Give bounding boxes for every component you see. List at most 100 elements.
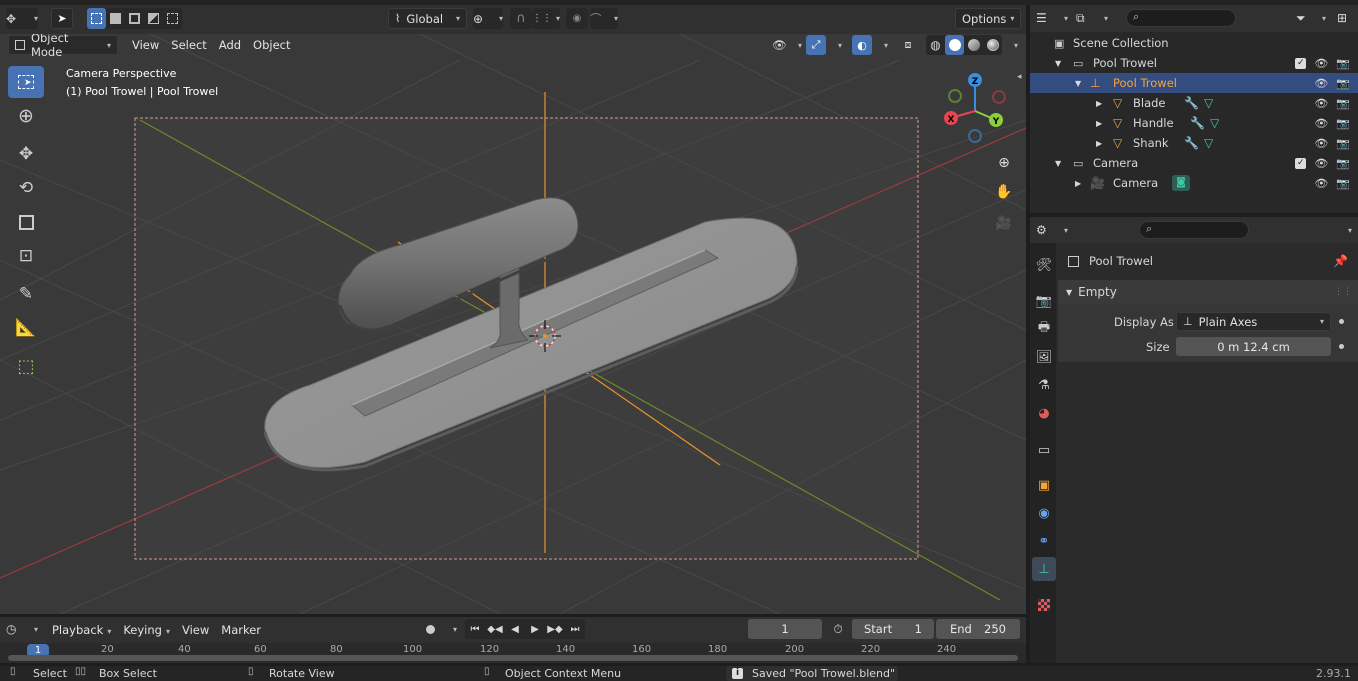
marker-menu[interactable]: Marker xyxy=(215,623,267,637)
physics-tab[interactable]: ◉ xyxy=(1032,501,1056,525)
move-tool[interactable]: ✥ xyxy=(8,138,44,170)
outliner-row-blade[interactable]: ▶ ▽ Blade 🔧 ▽ 👁 📷 xyxy=(1030,93,1358,113)
tool-settings-tab[interactable]: 🛠 xyxy=(1032,253,1056,277)
checkbox-icon[interactable]: ✓ xyxy=(1295,57,1307,69)
select-subtract-icon[interactable] xyxy=(125,8,144,29)
eye-icon[interactable]: 👁 xyxy=(1314,137,1328,150)
outliner-row-handle[interactable]: ▶ ▽ Handle 🔧 ▽ 👁 📷 xyxy=(1030,113,1358,133)
size-field[interactable]: 0 m 12.4 cm xyxy=(1176,337,1331,356)
navigation-gizmo[interactable]: Z Y X xyxy=(938,70,1012,144)
render-camera-icon[interactable]: 📷 xyxy=(1336,57,1350,70)
mesh-data-icon[interactable]: ▽ xyxy=(1204,96,1213,110)
modifier-wrench-icon[interactable]: 🔧 xyxy=(1184,136,1199,150)
camera-view-icon[interactable]: 🎥 xyxy=(993,212,1015,234)
camera-data-icon[interactable]: ◙ xyxy=(1172,175,1190,191)
jump-prev-key-icon[interactable]: ◆◀ xyxy=(485,619,505,639)
view-menu[interactable]: View xyxy=(126,38,165,52)
properties-options-dropdown[interactable]: ▾ xyxy=(1332,220,1352,240)
preview-range-toggle[interactable]: ⏱ xyxy=(828,619,848,639)
mesh-data-icon[interactable]: ▽ xyxy=(1204,136,1213,150)
display-mode-dropdown[interactable]: ⧉ ▾ xyxy=(1076,8,1108,28)
pivot-point-dropdown[interactable]: ⊕ ▾ xyxy=(473,8,503,29)
eye-icon[interactable]: 👁 xyxy=(1314,117,1328,130)
falloff-dropdown[interactable]: ⌒ ▾ xyxy=(590,8,618,29)
shading-dropdown[interactable]: ▾ xyxy=(1006,35,1018,55)
current-frame-field[interactable]: 1 xyxy=(748,619,822,639)
scene-tab[interactable]: ⚗ xyxy=(1032,373,1056,397)
expand-arrow-icon[interactable]: ▶ xyxy=(1096,119,1102,128)
collection-tab[interactable]: ▭ xyxy=(1032,438,1056,462)
view-layer-tab[interactable]: 🖼 xyxy=(1032,345,1056,369)
material-shading-icon[interactable] xyxy=(964,35,983,55)
snap-target-dropdown[interactable]: ⋮⋮ ▾ xyxy=(532,8,560,29)
timeline-editor-type[interactable]: ◷ ▾ xyxy=(6,619,38,639)
eye-icon[interactable]: 👁 xyxy=(1314,57,1328,70)
outliner-row-empty-pool-trowel[interactable]: ▼ ⊥ Pool Trowel 👁 📷 xyxy=(1030,73,1358,93)
xray-toggle[interactable]: ⧈ xyxy=(898,35,918,55)
render-camera-icon[interactable]: 📷 xyxy=(1336,77,1350,90)
modifier-wrench-icon[interactable]: 🔧 xyxy=(1190,116,1205,130)
orientation-dropdown[interactable]: ⌇ Global ▾ xyxy=(388,8,467,29)
select-box-tool[interactable]: ➤ xyxy=(8,66,44,98)
proportional-edit-toggle[interactable]: ◉ xyxy=(566,8,588,29)
eye-icon[interactable]: 👁 xyxy=(1314,157,1328,170)
playback-menu[interactable]: Playback ▾ xyxy=(46,623,117,637)
frame-ruler[interactable]: 1 20 40 60 80 100 120 140 160 180 200 22… xyxy=(0,643,1026,663)
render-tab[interactable]: 📷 xyxy=(1032,289,1056,313)
annotate-tool[interactable]: ✎ xyxy=(8,278,44,310)
viewport-scene[interactable] xyxy=(0,34,1026,614)
filter-dropdown[interactable]: ⏷ ▾ xyxy=(1296,8,1326,28)
auto-keying-toggle[interactable] xyxy=(420,619,440,639)
zoom-icon[interactable]: ⊕ xyxy=(993,152,1015,174)
play-icon[interactable]: ▶ xyxy=(525,619,545,639)
properties-editor-type[interactable]: ⚙ ▾ xyxy=(1036,220,1068,240)
outliner-row-collection-pool-trowel[interactable]: ▼ ▭ Pool Trowel ✓ 👁 📷 xyxy=(1030,53,1358,73)
select-invert-icon[interactable] xyxy=(144,8,163,29)
keying-set-dropdown[interactable]: ▾ xyxy=(441,619,457,639)
output-tab[interactable]: 🖶 xyxy=(1032,317,1056,341)
outliner-search-input[interactable]: ⌕ xyxy=(1126,9,1236,27)
size-keyframe-dot[interactable] xyxy=(1339,344,1344,349)
timeline-scrollbar[interactable] xyxy=(8,655,1018,661)
empty-panel-header[interactable]: ▼ Empty ⋮⋮ xyxy=(1058,280,1358,304)
eye-icon[interactable]: 👁 xyxy=(1314,77,1328,90)
select-intersect-icon[interactable] xyxy=(163,8,182,29)
expand-arrow-icon[interactable]: ▼ xyxy=(1055,159,1061,168)
expand-arrow-icon[interactable]: ▶ xyxy=(1096,99,1102,108)
select-menu[interactable]: Select xyxy=(165,38,212,52)
outliner-row-collection-camera[interactable]: ▼ ▭ Camera ✓ 👁 📷 xyxy=(1030,153,1358,173)
select-extend-icon[interactable] xyxy=(106,8,125,29)
render-camera-icon[interactable]: 📷 xyxy=(1336,177,1350,190)
texture-tab[interactable] xyxy=(1032,593,1056,617)
object-data-tab[interactable]: ⊥ xyxy=(1032,557,1056,581)
gizmo-dropdown[interactable]: ▾ xyxy=(830,35,842,55)
scale-tool[interactable] xyxy=(8,206,44,238)
render-camera-icon[interactable]: 📷 xyxy=(1336,137,1350,150)
expand-arrow-icon[interactable]: ▼ xyxy=(1055,59,1061,68)
mesh-data-icon[interactable]: ▽ xyxy=(1210,116,1219,130)
jump-start-icon[interactable]: ⏮ xyxy=(465,619,485,639)
expand-arrow-icon[interactable]: ▶ xyxy=(1096,139,1102,148)
new-collection-button[interactable]: ⊞ xyxy=(1332,8,1352,28)
eye-icon[interactable]: 👁 xyxy=(1314,177,1328,190)
keying-menu[interactable]: Keying ▾ xyxy=(117,623,176,637)
pan-hand-icon[interactable]: ✋ xyxy=(993,181,1015,203)
gizmo-toggle[interactable]: ⤢ xyxy=(806,35,826,55)
expand-arrow-icon[interactable]: ▶ xyxy=(1075,179,1081,188)
cursor-tool[interactable]: ⊕ xyxy=(8,100,44,132)
options-dropdown[interactable]: Options ▾ xyxy=(955,8,1021,29)
display-as-select[interactable]: ⊥ Plain Axes ▾ xyxy=(1176,312,1331,331)
pin-icon[interactable]: 📌 xyxy=(1333,254,1348,268)
modifier-wrench-icon[interactable]: 🔧 xyxy=(1184,96,1199,110)
world-tab[interactable]: ◕ xyxy=(1032,401,1056,425)
solid-shading-icon[interactable] xyxy=(945,35,964,55)
render-camera-icon[interactable]: 📷 xyxy=(1336,97,1350,110)
end-frame-field[interactable]: End 250 xyxy=(936,619,1020,639)
overlay-toggle[interactable]: ◐ xyxy=(852,35,872,55)
select-tool-button[interactable]: ➤ xyxy=(51,8,73,29)
jump-end-icon[interactable]: ⏭ xyxy=(565,619,585,639)
display-as-keyframe-dot[interactable] xyxy=(1339,319,1344,324)
outliner-row-scene-collection[interactable]: ▣ Scene Collection xyxy=(1030,33,1358,53)
snap-toggle[interactable]: ∩ xyxy=(510,8,532,29)
checkbox-icon[interactable]: ✓ xyxy=(1295,157,1307,169)
